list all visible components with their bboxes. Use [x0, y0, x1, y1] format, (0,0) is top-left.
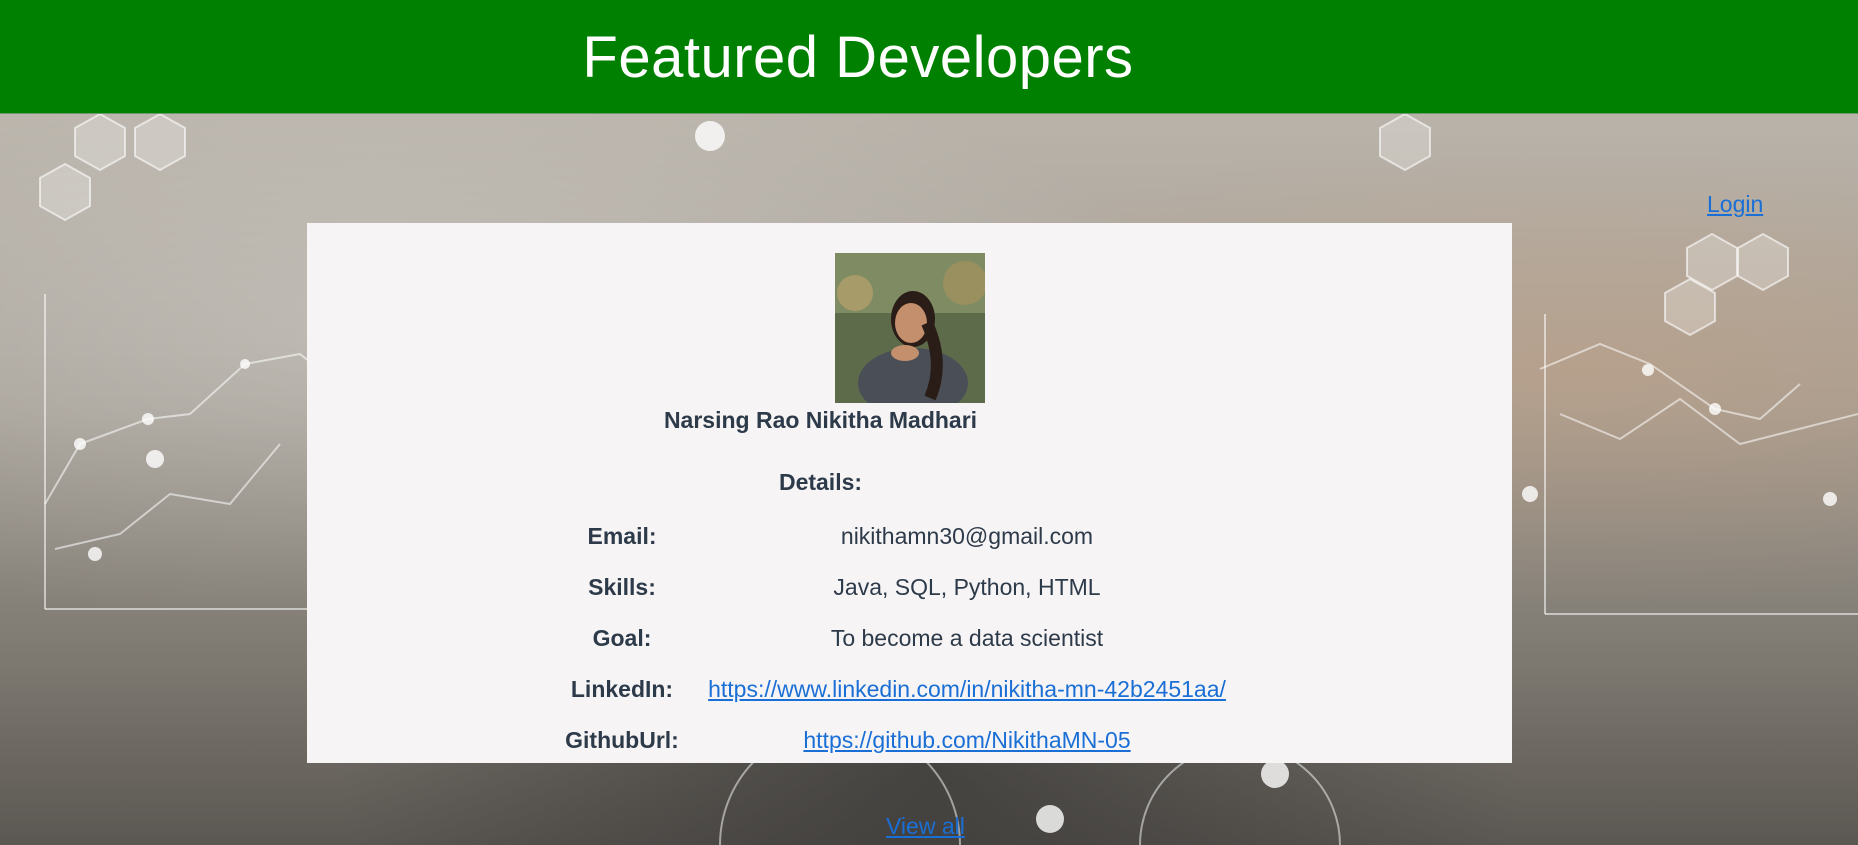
linkedin-link[interactable]: https://www.linkedin.com/in/nikitha-mn-4…	[647, 676, 1287, 703]
page-header: Featured Developers	[0, 0, 1858, 114]
detail-row-linkedin: LinkedIn: https://www.linkedin.com/in/ni…	[307, 676, 1512, 706]
detail-row-goal: Goal: To become a data scientist	[307, 625, 1512, 655]
skills-value: Java, SQL, Python, HTML	[833, 574, 1101, 600]
goal-value: To become a data scientist	[830, 625, 1104, 651]
detail-row-github: GithubUrl: https://github.com/NikithaMN-…	[307, 727, 1512, 757]
page-title: Featured Developers	[582, 25, 1134, 90]
email-value: nikithamn30@gmail.com	[840, 523, 1094, 549]
detail-row-email: Email: nikithamn30@gmail.com	[307, 523, 1512, 553]
developer-card: Narsing Rao Nikitha Madhari Details: Ema…	[307, 223, 1512, 763]
github-link[interactable]: https://github.com/NikithaMN-05	[647, 727, 1287, 754]
view-all-link[interactable]: View all	[886, 813, 965, 840]
developer-name: Narsing Rao Nikitha Madhari	[663, 407, 978, 433]
developer-avatar	[835, 253, 985, 403]
details-heading: Details:	[778, 469, 863, 495]
detail-row-skills: Skills: Java, SQL, Python, HTML	[307, 574, 1512, 604]
login-link[interactable]: Login	[1707, 191, 1763, 218]
